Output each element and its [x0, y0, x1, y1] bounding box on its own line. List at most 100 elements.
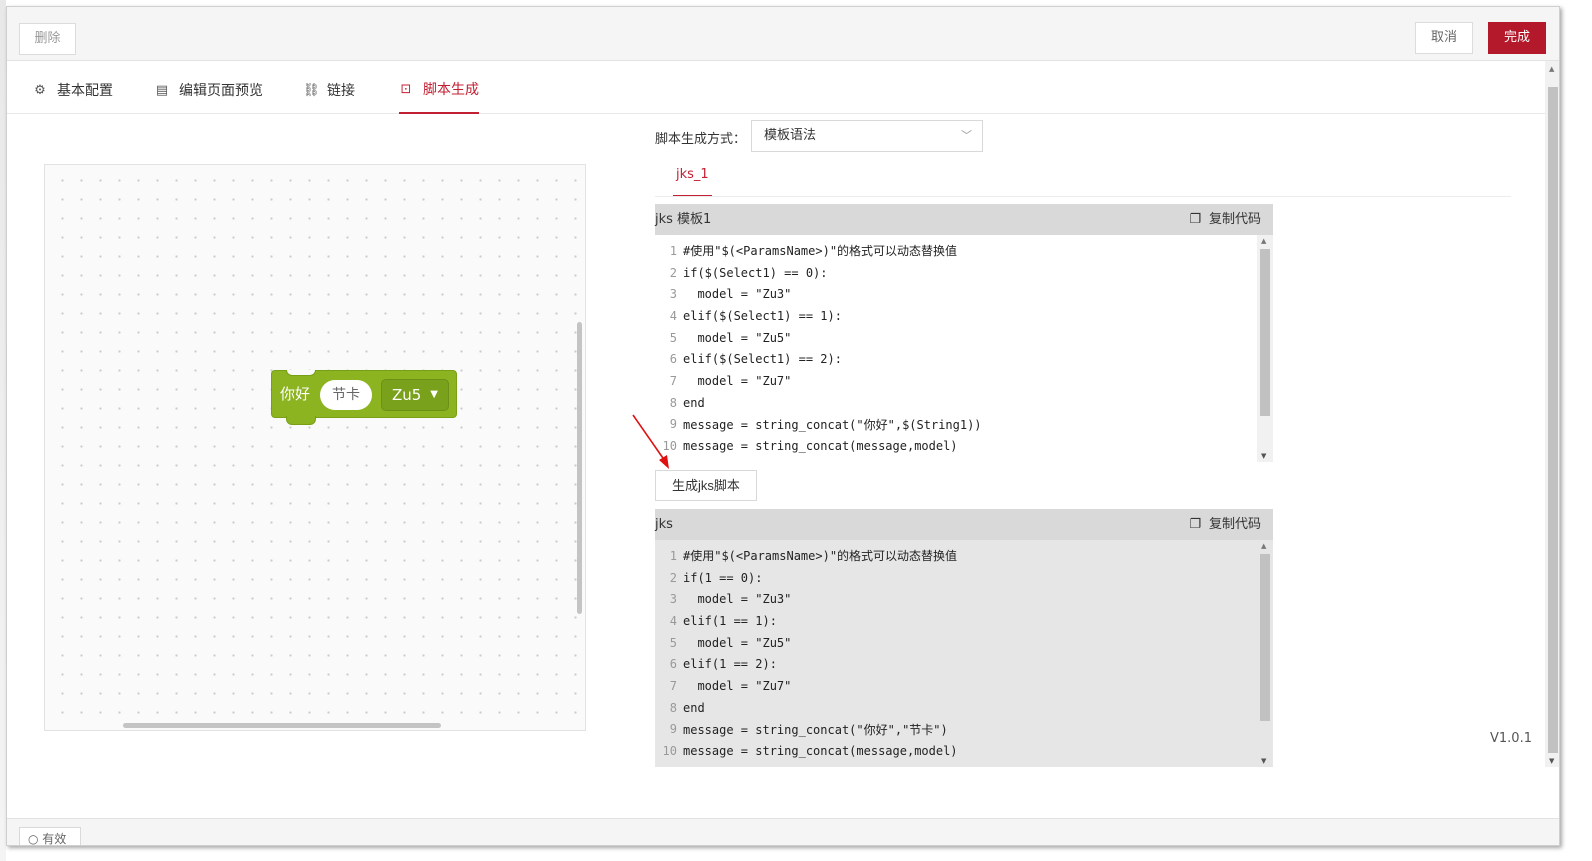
workspace-vertical-scrollbar[interactable]	[577, 322, 582, 614]
scroll-down-arrow-icon[interactable]: ▼	[1549, 757, 1554, 765]
tab-script-generate[interactable]: ⊡ 脚本生成	[399, 62, 479, 114]
scroll-up-arrow-icon[interactable]: ▲	[1549, 65, 1554, 73]
line-number: 6	[669, 657, 677, 672]
code-line: 3 model = "Zu3"	[655, 283, 1273, 305]
script-method-label: 脚本生成方式：	[655, 132, 747, 147]
code-text: #使用"$(<ParamsName>)"的格式可以动态替换值	[683, 549, 958, 564]
top-toolbar: 删除 取消 完成	[7, 7, 1559, 61]
page-scrollbar[interactable]: ▲ ▼	[1545, 61, 1559, 767]
template-code-scrollbar[interactable]: ▲ ▼	[1257, 235, 1273, 462]
script-method-select[interactable]: 模板语法 ﹀	[751, 120, 983, 152]
code-line: 8 end	[655, 392, 1273, 414]
code-line: 7 model = "Zu7"	[655, 370, 1273, 392]
dialog-window: 删除 取消 完成 ⚙ 基本配置 ▤ 编辑页面预览 ⛓ 链接 ⊡ 脚本生成 你好 …	[6, 6, 1560, 846]
code-text: end	[683, 700, 705, 715]
line-number: 10	[662, 744, 677, 759]
code-text: model = "Zu5"	[683, 330, 792, 345]
output-code-panel: jks ❐ 复制代码 1 #使用"$(<ParamsName>)"的格式可以动态替…	[655, 509, 1273, 767]
code-text: message = string_concat(message,model)	[683, 439, 958, 454]
scroll-thumb[interactable]	[1260, 554, 1270, 721]
line-number: 1	[669, 548, 677, 563]
line-number: 6	[669, 352, 677, 367]
footer-bar: ○ 有效	[7, 818, 1559, 845]
copy-label: 复制代码	[1208, 517, 1261, 532]
version-label: V1.0.1	[1490, 731, 1532, 746]
code-line: 1 #使用"$(<ParamsName>)"的格式可以动态替换值	[655, 240, 1273, 262]
scroll-up-arrow-icon[interactable]: ▲	[1261, 542, 1266, 550]
tab-label: 链接	[327, 83, 355, 99]
terminal-icon: ⊡	[400, 82, 412, 97]
code-text: elif(1 == 2):	[683, 657, 777, 672]
code-text: message = string_concat(message,model)	[683, 744, 958, 759]
line-number: 9	[669, 722, 677, 737]
scroll-down-arrow-icon[interactable]: ▼	[1261, 757, 1266, 765]
valid-toggle[interactable]: ○ 有效	[19, 827, 81, 845]
tab-link[interactable]: ⛓ 链接	[303, 62, 355, 114]
code-text: if($(Select1) == 0):	[683, 265, 828, 280]
delete-button[interactable]: 删除	[19, 23, 76, 55]
scroll-thumb[interactable]	[1260, 249, 1270, 416]
block-dropdown[interactable]: Zu5 ▼	[381, 379, 449, 411]
page-scroll-thumb[interactable]	[1548, 87, 1558, 753]
code-line: 6 elif($(Select1) == 2):	[655, 348, 1273, 370]
code-line: 9 message = string_concat("你好",$(String1)…	[655, 414, 1273, 436]
line-number: 3	[669, 287, 677, 302]
workspace-horizontal-scrollbar[interactable]	[123, 723, 441, 728]
line-number: 2	[669, 570, 677, 585]
code-text: elif($(Select1) == 1):	[683, 308, 842, 323]
tab-basic-config[interactable]: ⚙ 基本配置	[33, 62, 113, 114]
block-label: 你好	[280, 385, 311, 403]
code-line: 8 end	[655, 697, 1273, 719]
line-number: 2	[669, 265, 677, 280]
code-line: 4 elif($(Select1) == 1):	[655, 305, 1273, 327]
gear-icon: ⚙	[34, 83, 46, 98]
tab-label: 脚本生成	[423, 82, 479, 98]
code-line: 7 model = "Zu7"	[655, 675, 1273, 697]
copy-template-button[interactable]: ❐ 复制代码	[1189, 204, 1261, 235]
output-code-editor[interactable]: 1 #使用"$(<ParamsName>)"的格式可以动态替换值 2 if(1 == …	[655, 540, 1273, 767]
line-number: 3	[669, 592, 677, 607]
caret-down-icon: ▼	[430, 389, 438, 400]
code-line: 6 elif(1 == 2):	[655, 653, 1273, 675]
tab-page-preview[interactable]: ▤ 编辑页面预览	[155, 62, 263, 114]
scroll-down-arrow-icon[interactable]: ▼	[1261, 452, 1266, 460]
block-notch-top	[286, 370, 316, 376]
code-line: 2 if(1 == 0):	[655, 567, 1273, 589]
block-workspace[interactable]: 你好 节卡 Zu5 ▼	[44, 164, 586, 731]
tab-label: 基本配置	[57, 83, 113, 99]
line-number: 1	[669, 243, 677, 258]
tab-label: 编辑页面预览	[179, 83, 263, 99]
code-line: 9 message = string_concat("你好","节卡")	[655, 719, 1273, 741]
document-icon: ▤	[155, 83, 169, 98]
code-text: message = string_concat("你好","节卡")	[683, 722, 948, 737]
template-code-panel: jks 模板1 ❐ 复制代码 1 #使用"$(<ParamsName>)"的格式可…	[655, 204, 1273, 462]
template-panel-title: jks 模板1	[655, 212, 712, 227]
output-code-scrollbar[interactable]: ▲ ▼	[1257, 540, 1273, 767]
code-text: model = "Zu5"	[683, 635, 792, 650]
code-text: model = "Zu7"	[683, 678, 792, 693]
code-line: 10 message = string_concat(message,model)	[655, 740, 1273, 762]
block-dropdown-value: Zu5	[392, 386, 422, 404]
template-code-editor[interactable]: 1 #使用"$(<ParamsName>)"的格式可以动态替换值 2 if($(Sel…	[655, 235, 1273, 462]
code-text: model = "Zu3"	[683, 287, 792, 302]
done-button[interactable]: 完成	[1488, 22, 1546, 54]
scroll-up-arrow-icon[interactable]: ▲	[1261, 237, 1266, 245]
code-line: 10 message = string_concat(message,model)	[655, 435, 1273, 457]
cancel-button[interactable]: 取消	[1415, 22, 1473, 54]
chevron-down-icon: ﹀	[961, 129, 972, 142]
generate-jks-script-button[interactable]: 生成jks脚本	[655, 470, 757, 501]
red-arrow-annotation	[632, 414, 669, 469]
code-text: message = string_concat("你好",$(String1))	[683, 417, 982, 432]
code-line: 3 model = "Zu3"	[655, 588, 1273, 610]
line-number: 8	[669, 700, 677, 715]
template-panel-header: jks 模板1 ❐ 复制代码	[655, 204, 1273, 235]
copy-icon: ❐	[1189, 517, 1201, 532]
copy-output-button[interactable]: ❐ 复制代码	[1189, 509, 1261, 540]
hello-block[interactable]: 你好 节卡 Zu5 ▼	[271, 370, 457, 425]
line-number: 5	[669, 330, 677, 345]
block-text-input[interactable]: 节卡	[320, 380, 372, 410]
line-number: 7	[669, 373, 677, 388]
code-line: 1 #使用"$(<ParamsName>)"的格式可以动态替换值	[655, 545, 1273, 567]
tab-jks-1[interactable]: jks_1	[673, 165, 712, 197]
line-number: 4	[669, 613, 677, 628]
